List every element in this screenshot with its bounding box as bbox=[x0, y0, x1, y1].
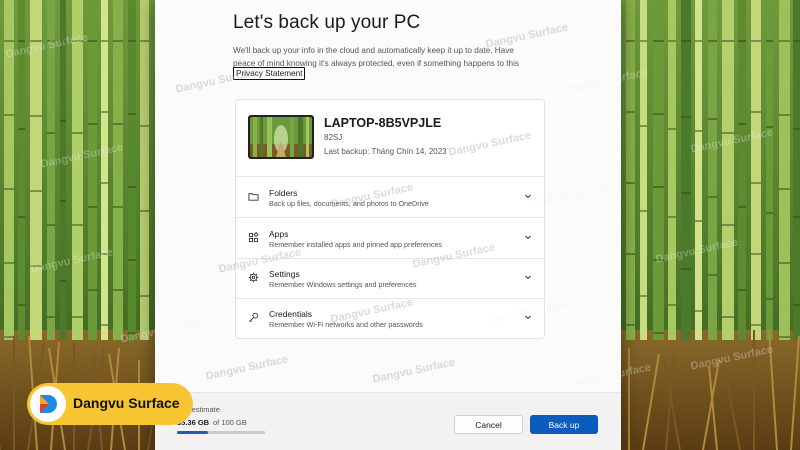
dialog-footer: age estimate 35.36 GB of 100 GB Cancel B… bbox=[155, 392, 621, 450]
last-backup-text: Last backup: Tháng Chín 14, 2023 bbox=[324, 147, 447, 156]
backup-item-title: Settings bbox=[269, 269, 300, 279]
storage-total-value: of 100 GB bbox=[213, 418, 247, 427]
device-summary: LAPTOP-8B5VPJLE 82SJ Last backup: Tháng … bbox=[236, 100, 544, 177]
backup-item-credentials[interactable]: Credentials Remember Wi-Fi networks and … bbox=[236, 298, 544, 338]
device-thumbnail bbox=[248, 115, 314, 159]
backup-item-title: Folders bbox=[269, 188, 298, 198]
privacy-statement-link[interactable]: Privacy Statement bbox=[233, 67, 306, 80]
chevron-down-icon[interactable] bbox=[524, 273, 532, 281]
backup-dialog: Let's back up your PC We'll back up your… bbox=[155, 0, 621, 450]
backup-item-title: Credentials bbox=[269, 309, 312, 319]
storage-progress-fill bbox=[177, 431, 209, 434]
backup-item-subtitle: Remember installed apps and pinned app p… bbox=[269, 240, 443, 249]
gear-icon bbox=[248, 272, 259, 283]
brand-name: Dangvu Surface bbox=[73, 395, 180, 411]
back-up-button[interactable]: Back up bbox=[530, 415, 598, 434]
chevron-down-icon[interactable] bbox=[524, 192, 532, 200]
dialog-title: Let's back up your PC bbox=[233, 12, 421, 33]
backup-item-subtitle: Back up files, documents, and photos to … bbox=[269, 199, 429, 208]
cancel-button[interactable]: Cancel bbox=[454, 415, 523, 434]
chevron-down-icon[interactable] bbox=[524, 233, 532, 241]
brand-logo-icon bbox=[30, 386, 66, 422]
backup-item-folders[interactable]: Folders Back up files, documents, and ph… bbox=[236, 177, 544, 218]
device-name: LAPTOP-8B5VPJLE bbox=[324, 116, 442, 130]
key-icon bbox=[248, 312, 259, 323]
backup-item-settings[interactable]: Settings Remember Windows settings and p… bbox=[236, 258, 544, 299]
brand-badge: Dangvu Surface bbox=[27, 383, 193, 425]
storage-progress-bar bbox=[177, 431, 265, 434]
apps-icon bbox=[248, 232, 259, 243]
device-model: 82SJ bbox=[324, 133, 343, 142]
backup-item-subtitle: Remember Windows settings and preference… bbox=[269, 280, 417, 289]
chevron-down-icon[interactable] bbox=[524, 313, 532, 321]
backup-card: LAPTOP-8B5VPJLE 82SJ Last backup: Tháng … bbox=[235, 99, 545, 339]
folder-icon bbox=[248, 191, 259, 202]
backup-item-apps[interactable]: Apps Remember installed apps and pinned … bbox=[236, 218, 544, 259]
backup-item-subtitle: Remember Wi-Fi networks and other passwo… bbox=[269, 320, 423, 329]
backup-item-title: Apps bbox=[269, 229, 289, 239]
